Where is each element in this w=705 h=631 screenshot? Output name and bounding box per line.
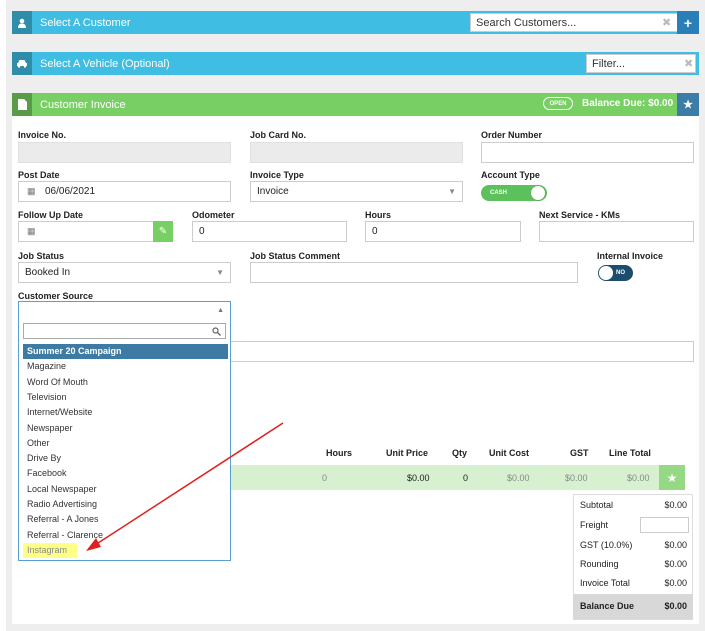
annotation-arrow [86,422,284,551]
